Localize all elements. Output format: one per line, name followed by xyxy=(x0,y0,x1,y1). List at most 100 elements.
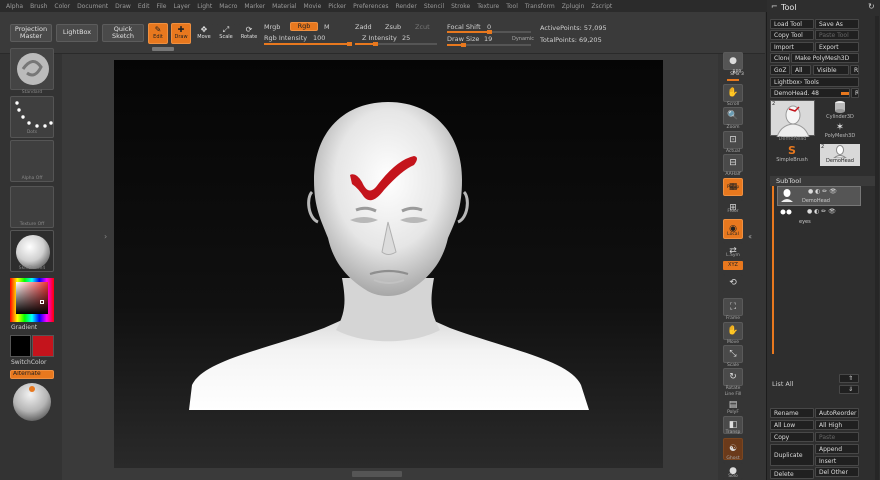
m-toggle[interactable]: M xyxy=(324,23,330,31)
lightbox-button[interactable]: LightBox xyxy=(56,24,98,42)
menu-color[interactable]: Color xyxy=(54,3,70,10)
all-low-button[interactable]: All Low xyxy=(770,420,814,430)
tool-thumb-polymesh3d[interactable]: ✶ PolyMesh3D xyxy=(820,122,860,144)
tool-thumb-demohead-small[interactable]: DemoHead 2 xyxy=(820,144,860,166)
rgb-toggle[interactable]: Rgb xyxy=(290,22,318,31)
copy-tool-button[interactable]: Copy Tool xyxy=(770,30,814,40)
gradient-toggle[interactable]: Gradient xyxy=(11,324,37,331)
menu-edit[interactable]: Edit xyxy=(138,3,150,10)
mrgb-toggle[interactable]: Mrgb xyxy=(264,23,280,31)
import-button[interactable]: Import xyxy=(770,42,814,52)
subtool-down-button[interactable]: ⇓ xyxy=(839,385,859,394)
color-picker[interactable] xyxy=(10,278,54,322)
edit-mode-button[interactable]: ✎ Edit xyxy=(148,23,168,44)
bpr-button[interactable]: ● xyxy=(723,52,743,70)
current-tool-r-button[interactable]: R xyxy=(851,88,859,98)
load-tool-button[interactable]: Load Tool xyxy=(770,19,814,29)
secondary-color-swatch[interactable] xyxy=(32,335,54,357)
subtool-eyes-icons[interactable]: ● ◐ ✏ 👁 xyxy=(807,208,836,215)
menu-stencil[interactable]: Stencil xyxy=(424,3,444,10)
menu-render[interactable]: Render xyxy=(395,3,416,10)
menu-document[interactable]: Document xyxy=(77,3,108,10)
menu-macro[interactable]: Macro xyxy=(219,3,237,10)
move-view-button[interactable]: ✋ xyxy=(723,322,743,340)
menu-texture[interactable]: Texture xyxy=(477,3,499,10)
goz-button[interactable]: GoZ xyxy=(770,65,790,75)
scale-mode-button[interactable]: ⤢ Scale xyxy=(216,23,236,44)
list-all-button[interactable]: List All xyxy=(772,380,794,388)
xyz-button[interactable]: XYZ xyxy=(723,261,743,270)
paste-button[interactable]: Paste xyxy=(815,432,859,442)
goz-visible-button[interactable]: Visible xyxy=(813,65,849,75)
rotate-axis-button[interactable]: ⟲ xyxy=(723,274,743,292)
copy-button[interactable]: Copy xyxy=(770,432,814,442)
left-tray-toggle-icon[interactable]: › xyxy=(104,232,107,241)
z-intensity-slider[interactable] xyxy=(355,42,437,46)
current-tool-slider[interactable]: DemoHead. 48 xyxy=(770,88,850,98)
save-as-button[interactable]: Save As xyxy=(815,19,859,29)
menu-draw[interactable]: Draw xyxy=(115,3,131,10)
aahalf-button[interactable]: ⊟ xyxy=(723,154,743,172)
rgb-intensity-slider[interactable] xyxy=(264,42,352,46)
auto-reorder-button[interactable]: AutoReorder xyxy=(815,408,859,418)
menu-layer[interactable]: Layer xyxy=(174,3,191,10)
draw-size-slider[interactable] xyxy=(447,43,531,47)
palette-collapse-icon[interactable]: ⌐ xyxy=(771,2,778,11)
menu-brush[interactable]: Brush xyxy=(30,3,47,10)
menu-stroke[interactable]: Stroke xyxy=(451,3,470,10)
right-tray-toggle-icon[interactable]: ‹ xyxy=(749,232,752,241)
document-canvas[interactable] xyxy=(114,60,663,468)
move-mode-button[interactable]: ✥ Move xyxy=(194,23,214,44)
alternate-button[interactable]: Alternate xyxy=(10,370,54,379)
actual-button[interactable]: ⊡ xyxy=(723,131,743,149)
refresh-icon[interactable]: ↻ xyxy=(868,2,875,11)
menu-alpha[interactable]: Alpha xyxy=(6,3,23,10)
draw-mode-button[interactable]: ✚ Draw xyxy=(171,23,191,44)
frame-button[interactable]: ⛶ xyxy=(723,298,743,316)
lightbox-tools-button[interactable]: Lightbox› Tools xyxy=(770,77,859,87)
focal-shift-slider[interactable] xyxy=(447,30,531,34)
insert-button[interactable]: Insert xyxy=(815,456,859,466)
menu-preferences[interactable]: Preferences xyxy=(353,3,388,10)
brush-thumbnail[interactable] xyxy=(10,48,54,90)
color-saturation-square[interactable] xyxy=(16,282,48,314)
subtool-header[interactable]: SubTool xyxy=(770,176,875,186)
rename-button[interactable]: Rename xyxy=(770,408,814,418)
menu-marker[interactable]: Marker xyxy=(244,3,265,10)
projection-master-button[interactable]: Projection Master xyxy=(10,24,52,42)
subtool-row-eyes[interactable]: eyes ● ◐ ✏ 👁 xyxy=(777,207,861,227)
make-polymesh-button[interactable]: Make PolyMesh3D xyxy=(791,53,859,63)
clone-button[interactable]: Clone xyxy=(770,53,790,63)
spix-label[interactable]: SPix 3 xyxy=(722,72,752,77)
zsub-toggle[interactable]: Zsub xyxy=(385,23,401,31)
zcut-toggle[interactable]: Zcut xyxy=(415,23,430,31)
rotate-mode-button[interactable]: ⟳ Rotate xyxy=(238,23,260,44)
dynamic-toggle[interactable]: Dynamic xyxy=(512,36,534,42)
export-button[interactable]: Export xyxy=(815,42,859,52)
append-button[interactable]: Append xyxy=(815,444,859,454)
primary-color-swatch[interactable] xyxy=(10,335,31,357)
menu-tool[interactable]: Tool xyxy=(506,3,518,10)
subtool-demohead-icons[interactable]: ● ◐ ✏ 👁 xyxy=(808,188,837,195)
all-high-button[interactable]: All High xyxy=(815,420,859,430)
tool-thumb-demohead-large[interactable]: 2 xyxy=(770,100,815,138)
scale-view-button[interactable]: ⤡ xyxy=(723,345,743,363)
menu-movie[interactable]: Movie xyxy=(304,3,322,10)
floor-button[interactable]: ⊞ xyxy=(723,199,743,217)
subtool-up-button[interactable]: ⇑ xyxy=(839,374,859,383)
subtool-scrollbar[interactable] xyxy=(772,186,774,354)
goz-r-button[interactable]: R xyxy=(850,65,859,75)
menu-transform[interactable]: Transform xyxy=(525,3,555,10)
menu-zscript[interactable]: Zscript xyxy=(591,3,612,10)
tool-thumb-simplebrush[interactable]: S SimpleBrush xyxy=(772,144,812,166)
top-shelf-handle[interactable] xyxy=(152,47,174,51)
menu-material[interactable]: Material xyxy=(272,3,296,10)
subtool-row-demohead[interactable]: DemoHead ● ◐ ✏ 👁 xyxy=(777,186,861,206)
goz-all-button[interactable]: All xyxy=(791,65,811,75)
paste-tool-button[interactable]: Paste Tool xyxy=(815,30,859,40)
quick-sketch-button[interactable]: Quick Sketch xyxy=(102,24,144,42)
zoom-button[interactable]: 🔍 xyxy=(723,107,743,125)
delete-button[interactable]: Delete xyxy=(770,469,814,479)
menu-picker[interactable]: Picker xyxy=(328,3,346,10)
del-other-button[interactable]: Del Other xyxy=(815,467,859,477)
